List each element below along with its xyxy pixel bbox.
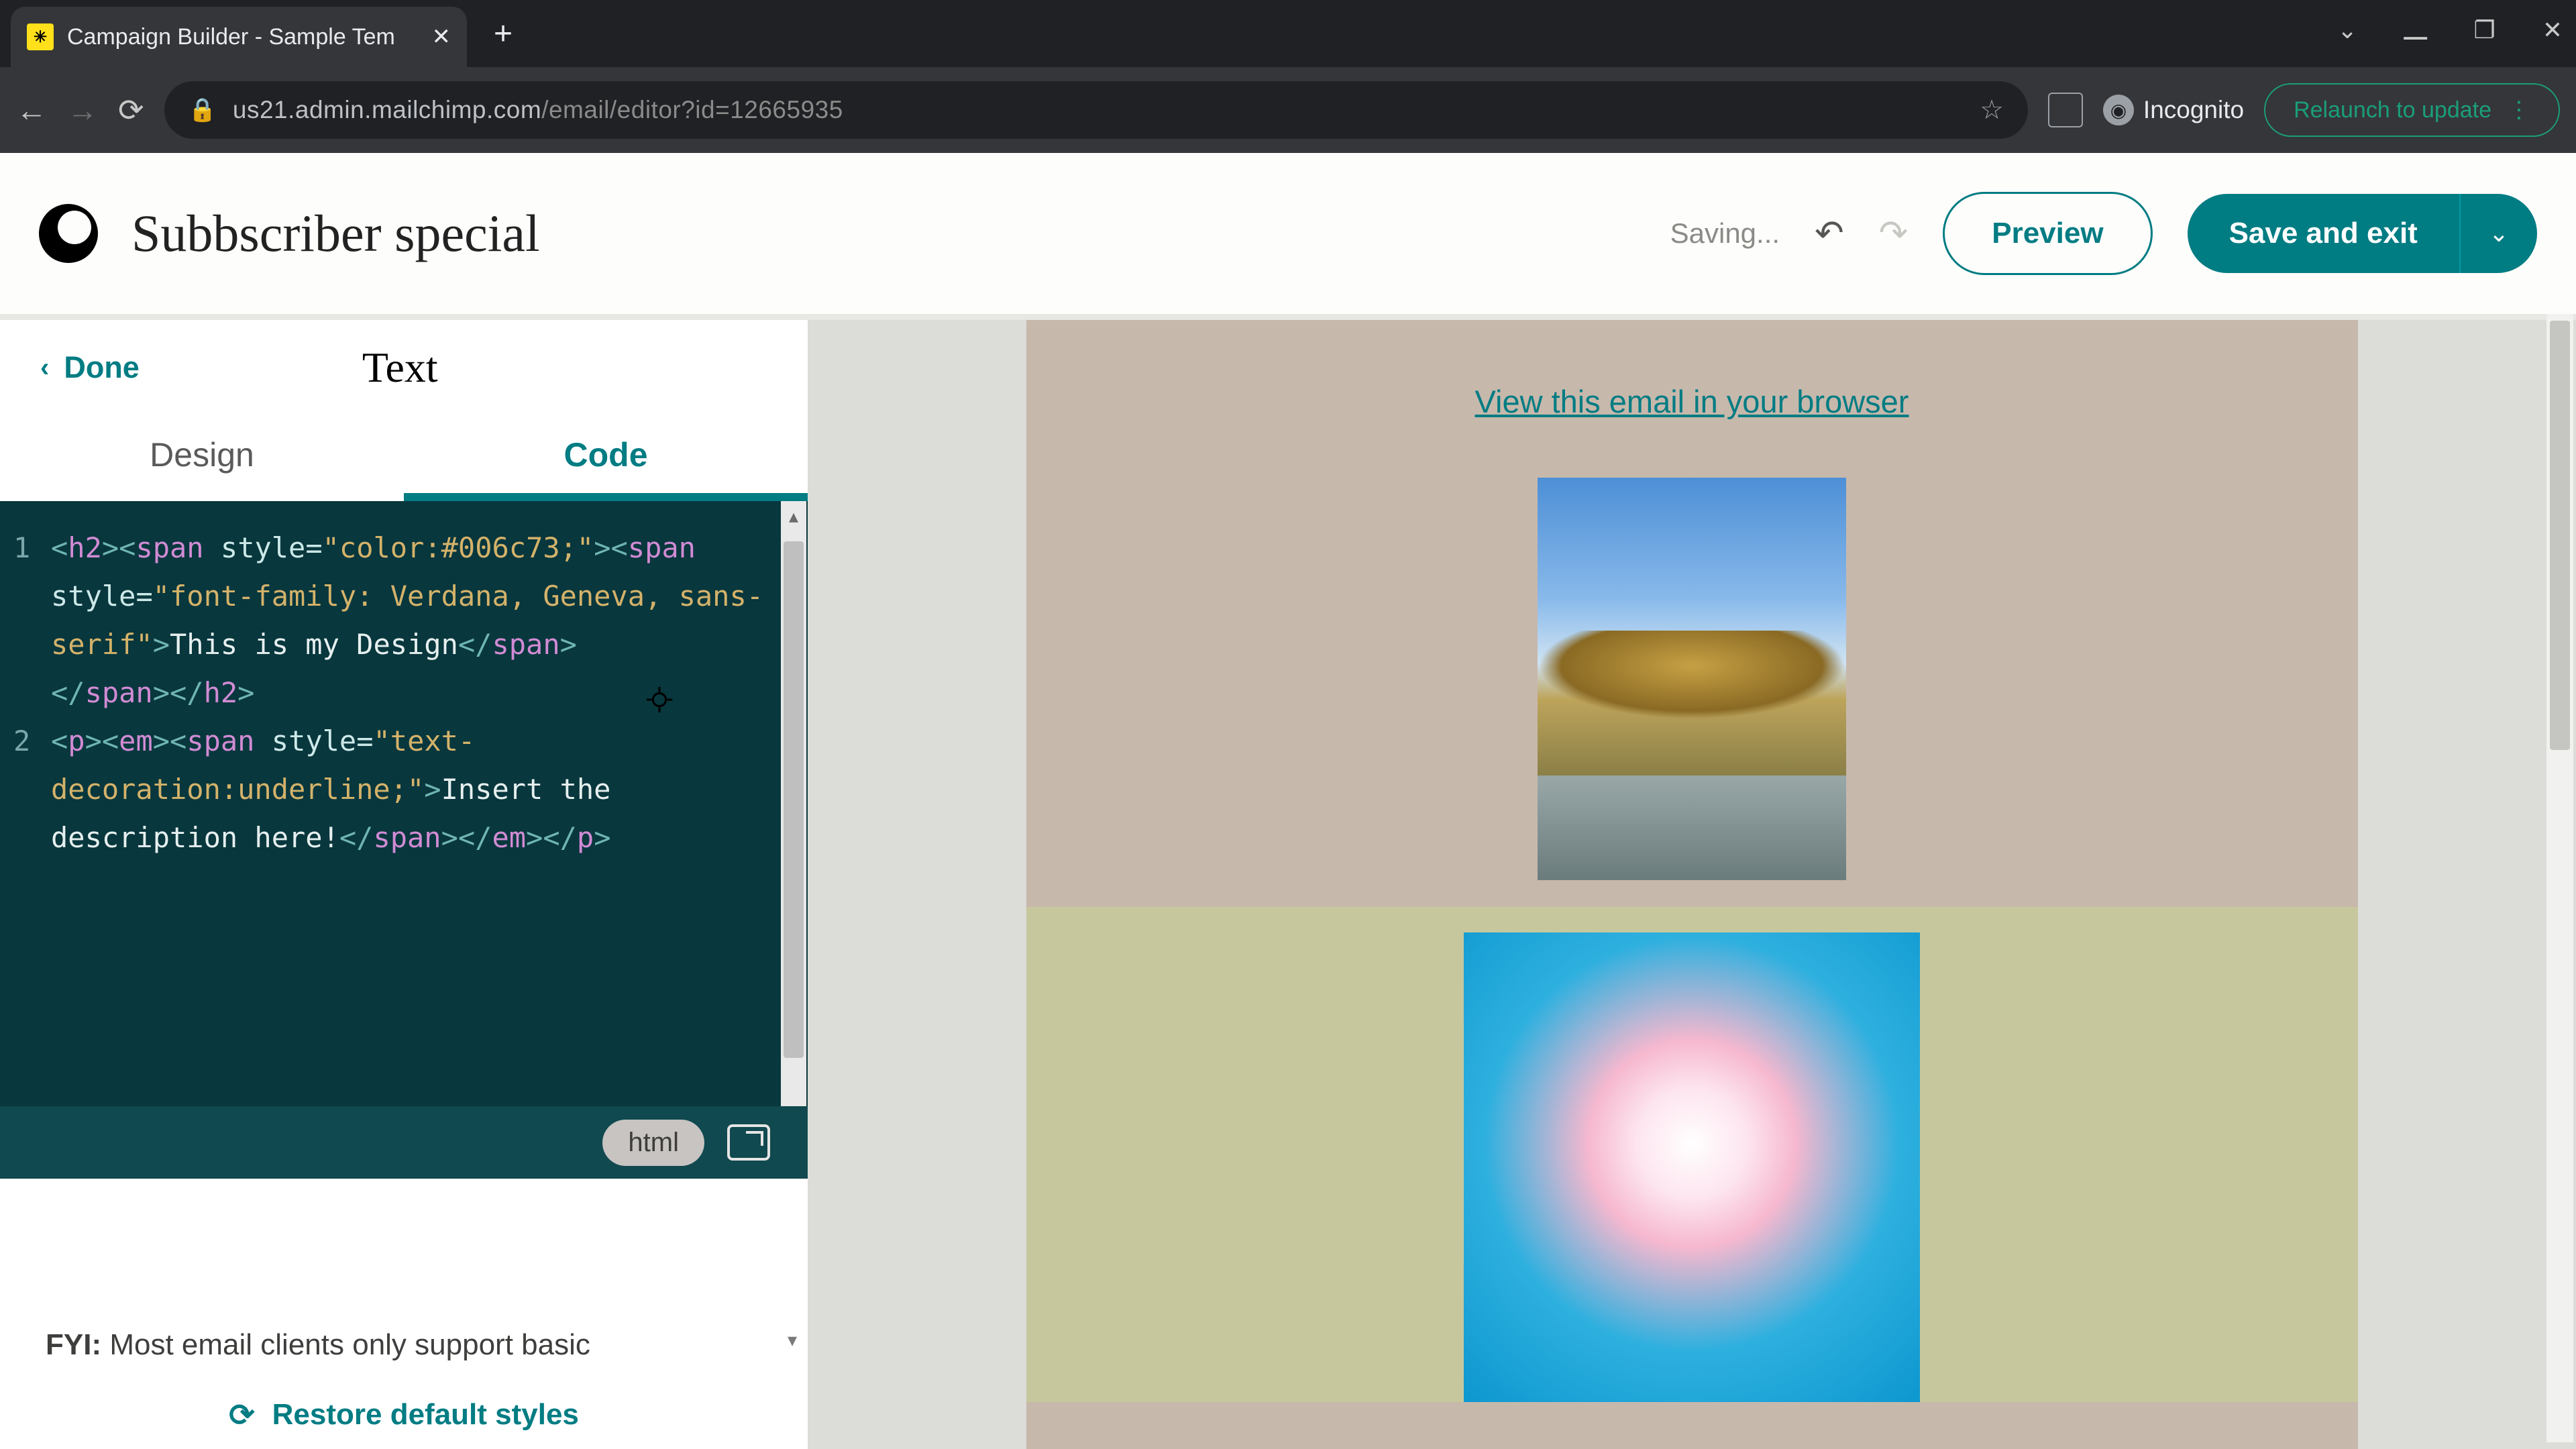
panel-title: Text (362, 343, 438, 392)
nav-forward-icon: → (67, 92, 98, 128)
incognito-indicator[interactable]: ◉ Incognito (2103, 95, 2244, 125)
address-bar[interactable]: 🔒 us21.admin.mailchimp.com/email/editor?… (164, 81, 2028, 139)
tab-close-icon[interactable]: ✕ (432, 23, 451, 50)
editor-footer: html (0, 1106, 808, 1179)
chevron-left-icon[interactable]: ‹ (40, 353, 49, 383)
window-maximize-icon[interactable]: ❐ (2474, 16, 2496, 44)
gutter-line: 1 (13, 524, 30, 572)
scroll-down-arrow-icon[interactable]: ▾ (788, 1329, 797, 1351)
code-editor-container: 1 2 <h2><span style="color:#006c73;"><sp… (0, 501, 808, 1179)
panel-scrollbar[interactable]: ▾ (784, 327, 808, 1355)
app-root: Subbscriber special Saving... ↶ ↷ Previe… (0, 153, 2576, 1449)
email-section-2[interactable] (1026, 907, 2358, 1402)
workspace: ‹ Done Text Design Code 1 2 <h2><span st… (0, 320, 2576, 1449)
kebab-icon: ⋮ (2508, 97, 2530, 123)
gutter-line: 2 (13, 717, 30, 765)
url-text: us21.admin.mailchimp.com/email/editor?id… (233, 96, 843, 124)
page-vertical-scrollbar[interactable] (2546, 314, 2573, 1442)
email-canvas[interactable]: View this email in your browser (808, 320, 2576, 1449)
undo-icon[interactable]: ↶ (1815, 213, 1844, 254)
save-status: Saving... (1670, 217, 1780, 250)
campaign-name[interactable]: Subbscriber special (131, 203, 540, 264)
tab-design[interactable]: Design (0, 415, 404, 501)
window-controls: ⌄ _ ❐ ✕ (2337, 7, 2563, 53)
nav-back-icon[interactable]: ← (16, 92, 47, 128)
email-image-1[interactable] (1538, 478, 1846, 880)
redo-icon: ↷ (1879, 213, 1909, 254)
save-exit-dropdown[interactable]: ⌄ (2459, 194, 2537, 273)
code-editor[interactable]: 1 2 <h2><span style="color:#006c73;"><sp… (0, 501, 808, 1112)
https-lock-icon[interactable]: 🔒 (189, 97, 217, 123)
done-button[interactable]: Done (64, 350, 140, 385)
extensions-icon[interactable] (2048, 93, 2083, 127)
mailchimp-logo-icon[interactable] (39, 204, 98, 263)
restore-defaults-button[interactable]: ⟳ Restore default styles (0, 1362, 808, 1449)
tab-code[interactable]: Code (404, 415, 808, 501)
mailchimp-favicon: ✳ (27, 23, 54, 50)
scroll-thumb[interactable] (2550, 321, 2570, 750)
browser-tab[interactable]: ✳ Campaign Builder - Sample Tem ✕ (11, 7, 467, 67)
browser-tabstrip: ✳ Campaign Builder - Sample Tem ✕ + ⌄ _ … (0, 0, 2576, 67)
view-in-browser-link[interactable]: View this email in your browser (1026, 320, 2358, 478)
new-tab-button[interactable]: + (494, 15, 513, 52)
browser-toolbar: ← → ⟳ 🔒 us21.admin.mailchimp.com/email/e… (0, 67, 2576, 153)
fyi-note: FYI: Most email clients only support bas… (0, 1297, 808, 1362)
bookmark-star-icon[interactable]: ☆ (1980, 95, 2004, 125)
email-body[interactable]: View this email in your browser (1026, 320, 2358, 1449)
editor-panel: ‹ Done Text Design Code 1 2 <h2><span st… (0, 320, 808, 1449)
email-image-2[interactable] (1464, 932, 1920, 1402)
save-exit-group: Save and exit ⌄ (2188, 194, 2537, 273)
fullscreen-icon[interactable] (727, 1124, 770, 1161)
nav-reload-icon[interactable]: ⟳ (118, 92, 144, 128)
app-header: Subbscriber special Saving... ↶ ↷ Previe… (0, 153, 2576, 314)
tab-title: Campaign Builder - Sample Tem (67, 24, 419, 50)
language-pill[interactable]: html (602, 1120, 704, 1166)
preview-button[interactable]: Preview (1943, 192, 2152, 275)
window-close-icon[interactable]: ✕ (2542, 16, 2563, 44)
save-exit-button[interactable]: Save and exit (2188, 194, 2459, 273)
relaunch-button[interactable]: Relaunch to update⋮ (2264, 83, 2560, 137)
refresh-icon: ⟳ (229, 1397, 255, 1433)
window-minimize-icon[interactable]: _ (2404, 0, 2426, 41)
panel-tabs: Design Code (0, 415, 808, 501)
incognito-icon: ◉ (2103, 95, 2134, 125)
tabs-dropdown-icon[interactable]: ⌄ (2337, 16, 2357, 44)
